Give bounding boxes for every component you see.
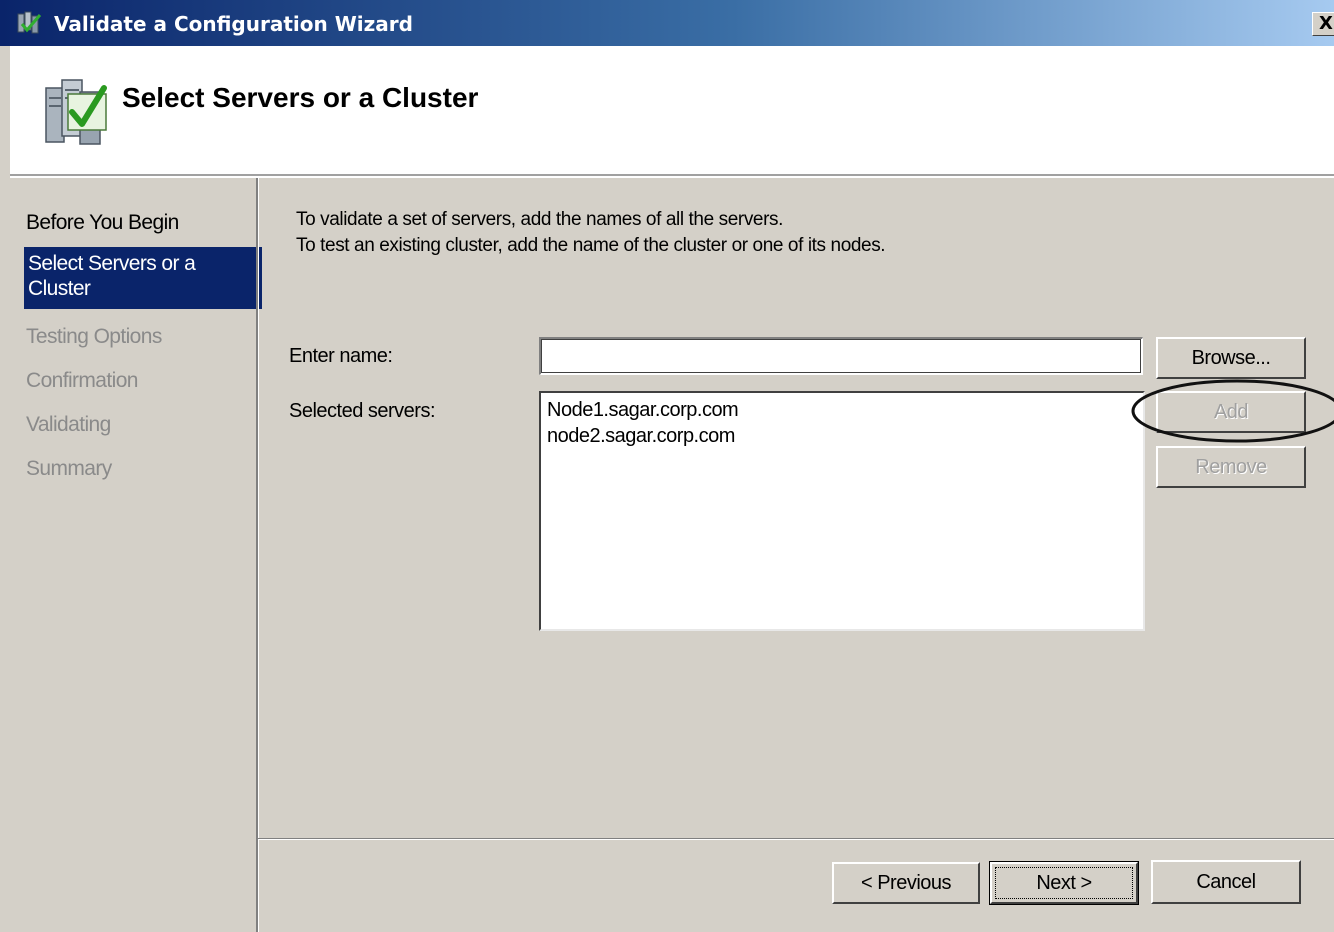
list-item[interactable]: Node1.sagar.corp.com — [547, 397, 1143, 423]
footer-divider — [258, 838, 1334, 840]
browse-button[interactable]: Browse... — [1156, 337, 1306, 379]
previous-button[interactable]: < Previous — [832, 862, 980, 904]
nav-step-before-you-begin[interactable]: Before You Begin — [26, 210, 179, 235]
servers-checkmark-icon — [45, 79, 107, 145]
wizard-window: Validate a Configuration Wizard X Select… — [0, 0, 1334, 932]
window-title: Validate a Configuration Wizard — [54, 12, 413, 36]
next-button[interactable]: Next > — [989, 861, 1139, 905]
nav-step-validating: Validating — [26, 413, 111, 436]
nav-divider — [256, 178, 259, 932]
page-title: Select Servers or a Cluster — [122, 82, 479, 113]
close-button[interactable]: X — [1312, 12, 1334, 36]
nav-step-confirmation: Confirmation — [26, 369, 138, 392]
nav-step-select-servers[interactable]: Select Servers or a Cluster — [24, 247, 262, 309]
next-button-label: Next > — [1036, 871, 1092, 894]
wizard-step-nav: Before You Begin Select Servers or a Clu… — [10, 178, 262, 932]
enter-name-input[interactable] — [539, 337, 1143, 375]
remove-button[interactable]: Remove — [1156, 446, 1306, 488]
add-button[interactable]: Add — [1156, 391, 1306, 433]
instruction-text-2: To test an existing cluster, add the nam… — [296, 235, 886, 256]
nav-step-testing-options: Testing Options — [26, 325, 162, 348]
cluster-validate-icon — [17, 11, 42, 34]
nav-step-summary: Summary — [26, 457, 112, 480]
instruction-text-1: To validate a set of servers, add the na… — [296, 209, 784, 230]
cancel-button[interactable]: Cancel — [1151, 860, 1301, 904]
selected-servers-list[interactable]: Node1.sagar.corp.com node2.sagar.corp.co… — [539, 391, 1145, 631]
enter-name-label: Enter name: — [289, 345, 393, 367]
list-item[interactable]: node2.sagar.corp.com — [547, 423, 1143, 449]
title-bar[interactable]: Validate a Configuration Wizard X — [0, 0, 1334, 46]
wizard-header: Select Servers or a Cluster — [10, 46, 1334, 176]
selected-servers-label: Selected servers: — [289, 400, 436, 422]
